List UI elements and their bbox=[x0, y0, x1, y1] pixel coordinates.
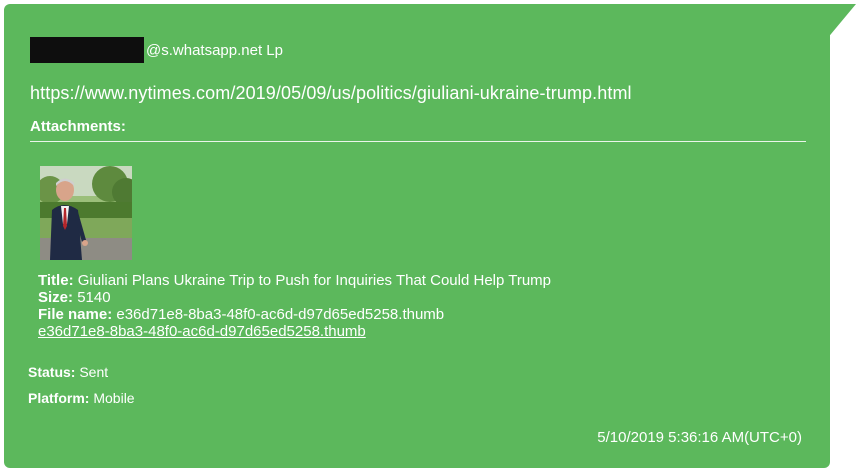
attachment-title: Giuliani Plans Ukraine Trip to Push for … bbox=[77, 272, 552, 289]
attachment-file-link[interactable]: e36d71e8-8ba3-48f0-ac6d-d97d65ed5258.thu… bbox=[38, 323, 366, 340]
sender-row: @s.whatsapp.net Lp bbox=[30, 37, 283, 63]
bubble-tail bbox=[826, 4, 856, 40]
attachments-label: Attachments: bbox=[30, 118, 126, 135]
attachment-thumbnail[interactable] bbox=[40, 166, 132, 260]
redacted-sender-name bbox=[30, 37, 144, 63]
message-timestamp: 5/10/2019 5:36:16 AM(UTC+0) bbox=[597, 429, 802, 446]
size-label: Size: bbox=[38, 289, 74, 306]
platform-label: Platform: bbox=[28, 390, 90, 406]
attachments-divider bbox=[30, 141, 806, 142]
message-url[interactable]: https://www.nytimes.com/2019/05/09/us/po… bbox=[30, 83, 632, 104]
thumbnail-image bbox=[40, 166, 132, 260]
platform-value: Mobile bbox=[93, 390, 135, 406]
status-value: Sent bbox=[79, 364, 109, 380]
attachment-details: Title: Giuliani Plans Ukraine Trip to Pu… bbox=[38, 272, 551, 340]
attachment-filename-row: File name: e36d71e8-8ba3-48f0-ac6d-d97d6… bbox=[38, 306, 551, 323]
attachment-size-row: Size: 5140 bbox=[38, 289, 551, 306]
sender-address: @s.whatsapp.net Lp bbox=[146, 41, 283, 59]
file-name-label: File name: bbox=[38, 306, 113, 323]
attachment-file-link-row: e36d71e8-8ba3-48f0-ac6d-d97d65ed5258.thu… bbox=[38, 323, 551, 340]
platform-row: Platform: Mobile bbox=[28, 390, 135, 406]
status-label: Status: bbox=[28, 364, 76, 380]
status-row: Status: Sent bbox=[28, 364, 108, 380]
message-bubble: @s.whatsapp.net Lp https://www.nytimes.c… bbox=[4, 4, 830, 468]
attachment-file-name: e36d71e8-8ba3-48f0-ac6d-d97d65ed5258.thu… bbox=[116, 306, 445, 323]
title-label: Title: bbox=[38, 272, 74, 289]
attachment-size: 5140 bbox=[77, 289, 111, 306]
attachment-title-row: Title: Giuliani Plans Ukraine Trip to Pu… bbox=[38, 272, 551, 289]
